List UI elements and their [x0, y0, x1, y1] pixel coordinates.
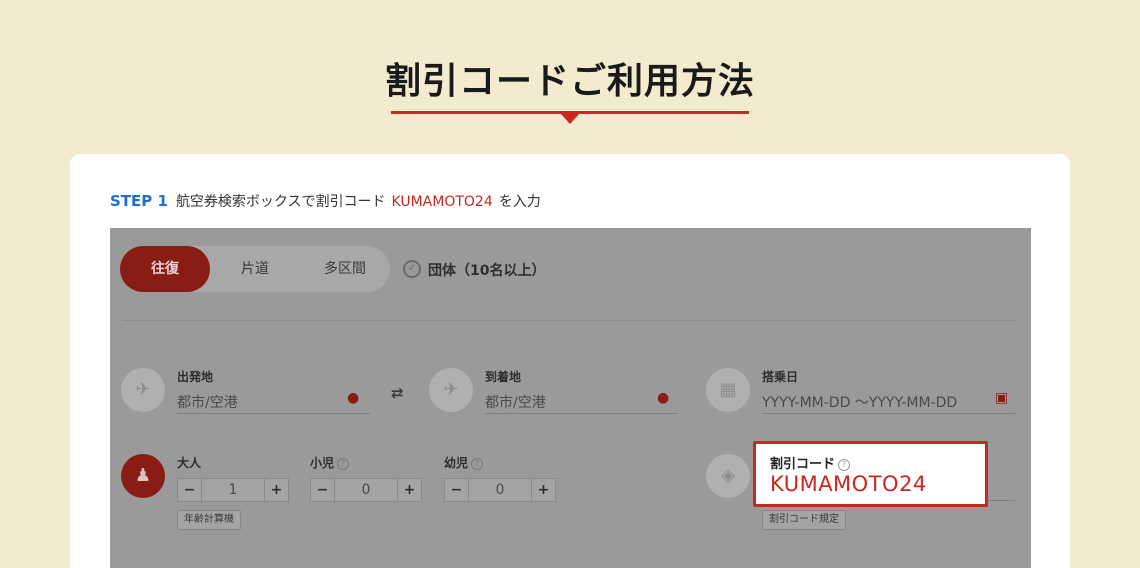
origin-underline [177, 413, 370, 414]
tab-round-trip[interactable]: 往復 [120, 246, 210, 292]
destination-label: 到着地 [485, 370, 522, 384]
map-pin-icon[interactable]: ● [657, 390, 669, 406]
tab-one-way[interactable]: 片道 [220, 246, 290, 292]
discount-code-field[interactable]: 割引コード? KUMAMOTO24 [753, 441, 988, 507]
swap-icon[interactable]: ⇄ [391, 384, 404, 402]
help-icon[interactable]: ? [838, 458, 851, 471]
dates-input[interactable]: YYYY-MM-DD ～YYYY-MM-DD [762, 392, 957, 412]
trip-type-tabs: 往復 片道 多区間 [120, 246, 390, 292]
child-label: 小児? [310, 454, 350, 471]
adult-label: 大人 [177, 456, 202, 470]
infant-plus-button[interactable]: + [531, 479, 555, 501]
infant-count[interactable]: 0 [469, 479, 531, 501]
dates-underline [762, 413, 1015, 414]
discount-rules-button[interactable]: 割引コード規定 [762, 510, 846, 530]
child-stepper: − 0 + [310, 478, 422, 502]
person-icon: ♟ [121, 454, 165, 498]
help-icon[interactable]: ? [337, 457, 350, 470]
adult-stepper: − 1 + [177, 478, 289, 502]
map-pin-icon[interactable]: ● [347, 390, 359, 406]
destination-underline [485, 413, 678, 414]
dates-label: 搭乗日 [762, 370, 799, 384]
tag-icon: ◈ [706, 454, 750, 498]
plane-takeoff-icon: ✈ [121, 368, 165, 412]
adult-plus-button[interactable]: + [264, 479, 288, 501]
step-code: KUMAMOTO24 [391, 194, 493, 210]
form-divider [122, 320, 1016, 321]
tab-multi-city[interactable]: 多区間 [300, 246, 390, 292]
infant-minus-button[interactable]: − [445, 479, 469, 501]
group-label: 団体（10名以上） [428, 263, 546, 279]
group-checkbox[interactable]: ✓ [403, 260, 421, 278]
search-box-screenshot: 往復 片道 多区間 ✓ 団体（10名以上） ✈ 出発地 都市/空港 ● ⇄ ✈ … [110, 228, 1031, 568]
origin-input[interactable]: 都市/空港 [177, 392, 238, 412]
destination-input[interactable]: 都市/空港 [485, 392, 546, 412]
age-calculator-button[interactable]: 年齢計算機 [177, 510, 241, 530]
calendar-icon: ▦ [706, 368, 750, 412]
child-plus-button[interactable]: + [397, 479, 421, 501]
title-caret [560, 113, 580, 124]
adult-count[interactable]: 1 [202, 479, 264, 501]
calendar-check-icon[interactable]: ▣ [995, 390, 1008, 406]
child-minus-button[interactable]: − [311, 479, 335, 501]
help-icon[interactable]: ? [471, 457, 484, 470]
step-instruction: STEP 1 航空券検索ボックスで割引コード KUMAMOTO24 を入力 [110, 191, 541, 211]
page-title: 割引コードご利用方法 [384, 61, 755, 102]
plane-landing-icon: ✈ [429, 368, 473, 412]
infant-label: 幼児? [444, 454, 484, 471]
step-text-end: を入力 [498, 194, 541, 210]
discount-code-label: 割引コード? [770, 453, 851, 472]
step-number: STEP 1 [110, 192, 168, 210]
child-count[interactable]: 0 [335, 479, 397, 501]
origin-label: 出発地 [177, 370, 214, 384]
discount-code-input[interactable]: KUMAMOTO24 [770, 472, 927, 496]
step-text: 航空券検索ボックスで割引コード [175, 194, 386, 210]
adult-minus-button[interactable]: − [178, 479, 202, 501]
infant-stepper: − 0 + [444, 478, 556, 502]
